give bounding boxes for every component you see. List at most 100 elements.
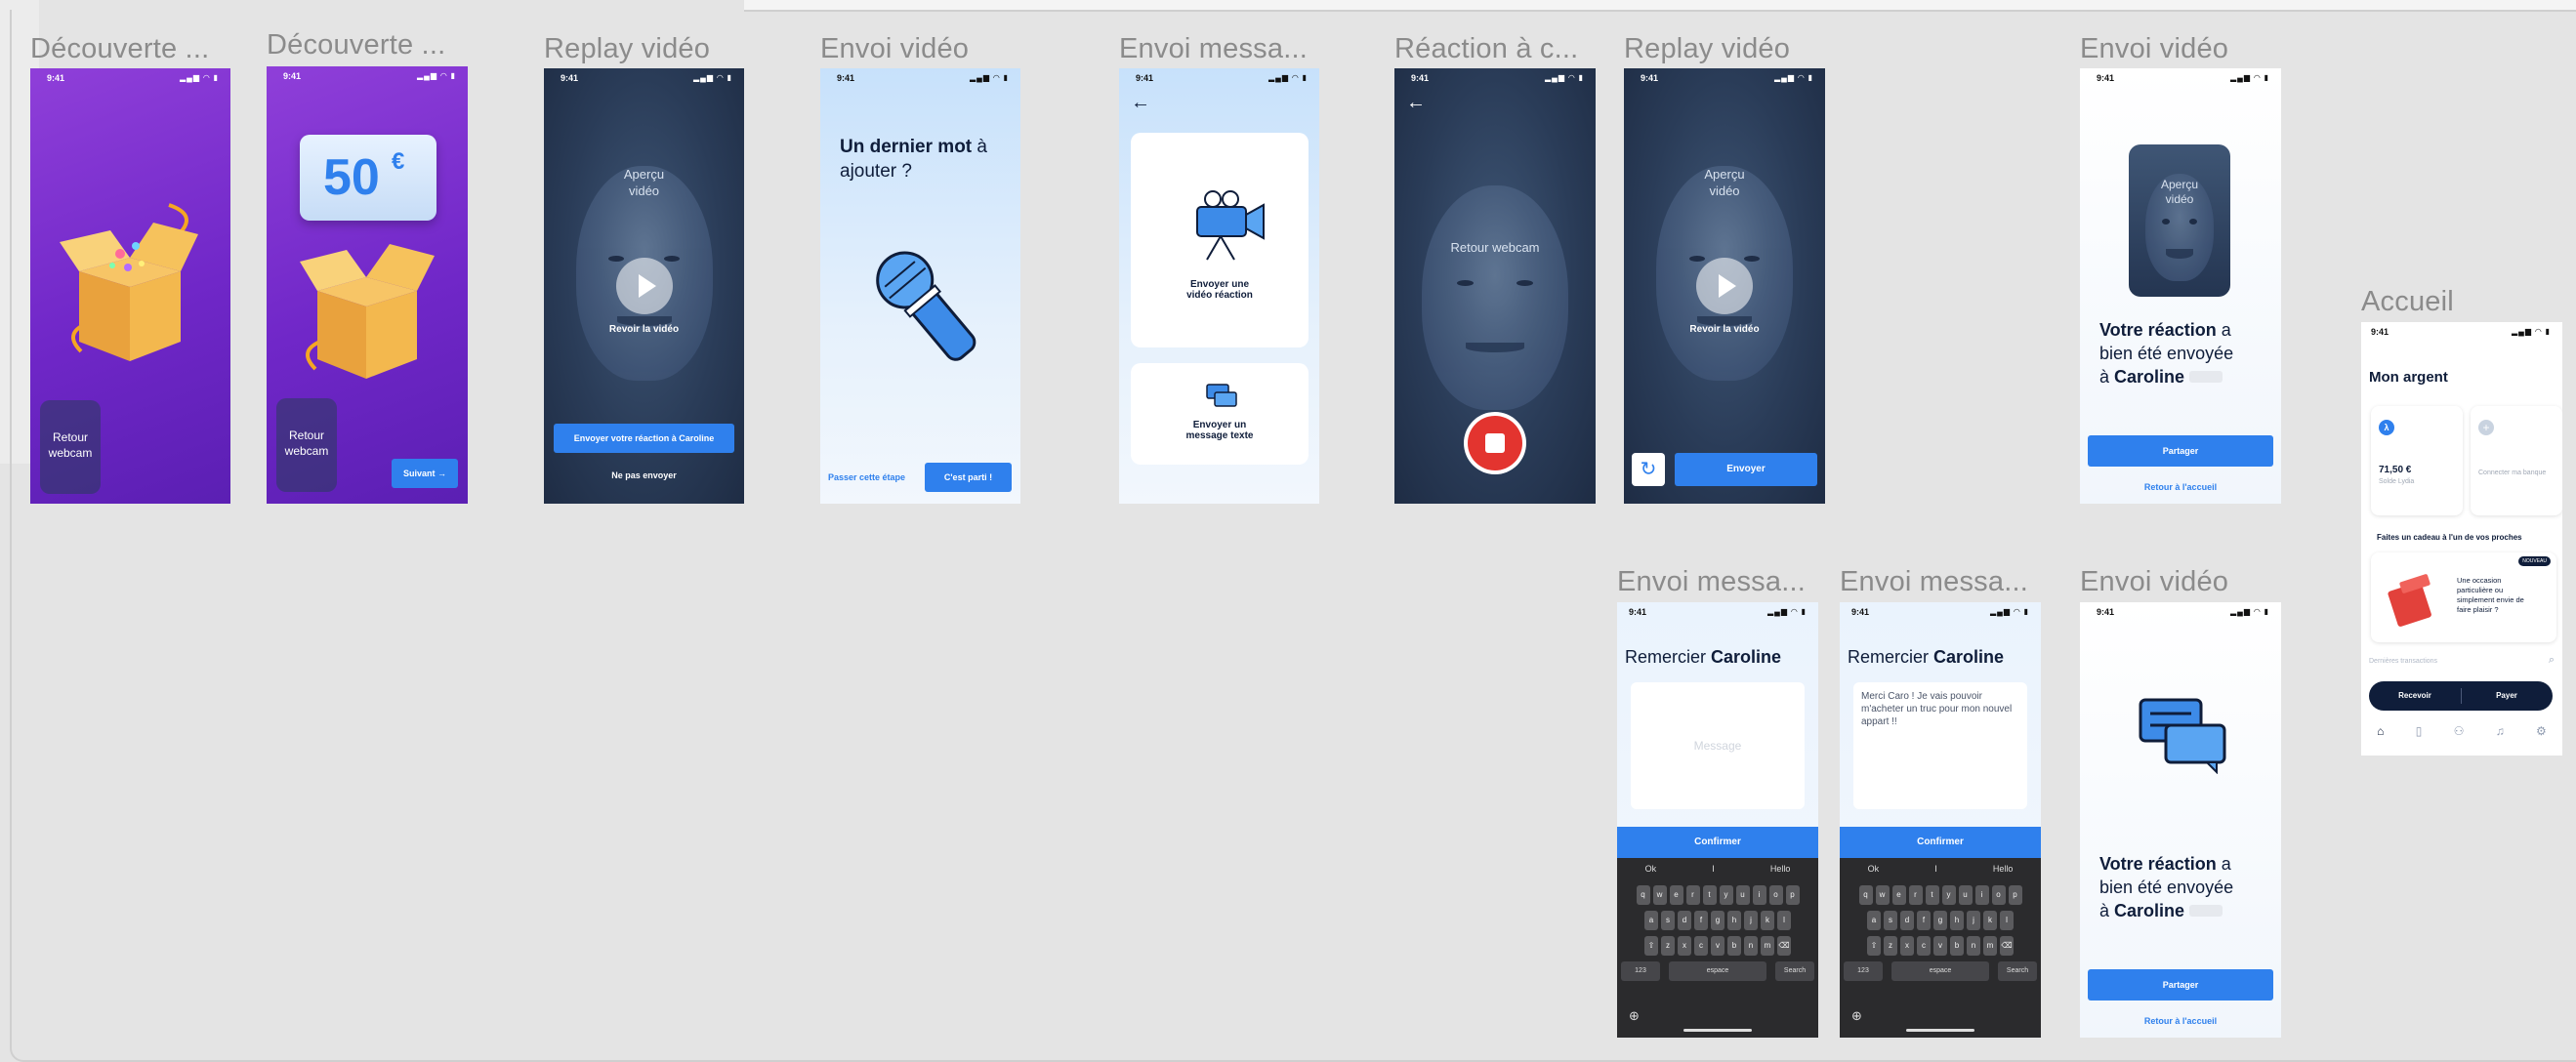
tab-bar: ⌂ ▯ ⚇ ♫ ⚙ bbox=[2361, 724, 2562, 738]
webcam-preview[interactable]: Retour webcam bbox=[40, 400, 101, 494]
caroline-avatar-badge bbox=[2189, 371, 2223, 383]
status-bar: 9:41 ▂▄▆ ◠ ▮ bbox=[1136, 73, 1308, 83]
gift-amount: 50 bbox=[323, 149, 380, 206]
page-title: Mon argent bbox=[2369, 369, 2448, 386]
chat-bubbles-icon bbox=[1206, 384, 1237, 407]
status-bar: 9:41 ▂▄▆ ◠ ▮ bbox=[1629, 607, 1807, 617]
thank-title: Remercier Caroline bbox=[1848, 647, 2005, 667]
skip-link[interactable]: Ne pas envoyer bbox=[544, 470, 744, 480]
video-camera-icon bbox=[1196, 190, 1265, 261]
phone-envoi-message-1[interactable]: 9:41 ▂▄▆ ◠ ▮ ← Envoyer une vidéo réaction… bbox=[1119, 68, 1319, 504]
frame-label-envoi-message-2[interactable]: Envoi messa... bbox=[1617, 566, 1806, 598]
frame-label-decouverte-1[interactable]: Découverte ... bbox=[30, 33, 209, 65]
frame-label-reaction[interactable]: Réaction à c... bbox=[1394, 33, 1578, 65]
phone-envoi-video-3[interactable]: 9:41 ▂▄▆ ◠ ▮ Votre réaction a bien été en… bbox=[2080, 602, 2281, 1038]
home-indicator bbox=[1906, 1029, 1974, 1032]
preview-label: Aperçu vidéo bbox=[2160, 178, 2199, 206]
frame-label-envoi-message-1[interactable]: Envoi messa... bbox=[1119, 33, 1308, 65]
contacts-icon[interactable]: ⚇ bbox=[2454, 724, 2465, 738]
frame-label-decouverte-2[interactable]: Découverte ... bbox=[267, 29, 445, 61]
keyboard[interactable]: Ok I Hello qwertyuiop asdfghjkl ⇧ z x c v b n m ⌫ … bbox=[1840, 858, 2041, 1038]
balance-card[interactable]: λ 71,50 € Solde Lydia bbox=[2371, 406, 2463, 515]
frame-label-envoi-video-2[interactable]: Envoi vidéo bbox=[2080, 33, 2228, 65]
replay-label: Revoir la vidéo bbox=[608, 324, 680, 335]
back-home-link[interactable]: Retour à l'accueil bbox=[2080, 482, 2281, 492]
search-icon[interactable]: ⌕ bbox=[2549, 654, 2555, 667]
back-arrow-icon[interactable]: ← bbox=[1406, 92, 1426, 114]
back-home-link[interactable]: Retour à l'accueil bbox=[2080, 1016, 2281, 1026]
status-bar: 9:41 ▂▄▆ ◠ ▮ bbox=[2097, 607, 2269, 617]
bell-icon[interactable]: ♫ bbox=[2496, 724, 2505, 738]
thank-title: Remercier Caroline bbox=[1625, 647, 1782, 667]
status-bar: 9:41 ▂▄▆ ◠ ▮ bbox=[2371, 327, 2551, 337]
home-icon[interactable]: ⌂ bbox=[2377, 724, 2384, 738]
status-bar: 9:41 ▂▄▆ ◠ ▮ bbox=[1851, 607, 2029, 617]
phone-envoi-message-2[interactable]: 9:41 ▂▄▆ ◠ ▮ Remercier Caroline Message C… bbox=[1617, 602, 1818, 1038]
frame-label-replay-1[interactable]: Replay vidéo bbox=[544, 33, 710, 65]
red-gift-icon bbox=[2388, 574, 2431, 627]
phone-envoi-message-3[interactable]: 9:41 ▂▄▆ ◠ ▮ Remercier Caroline Merci Car… bbox=[1840, 602, 2041, 1038]
phone-envoi-video-2[interactable]: 9:41 ▂▄▆ ◠ ▮ Aperçu vidéo Votre réaction … bbox=[2080, 68, 2281, 504]
cards-icon[interactable]: ▯ bbox=[2416, 724, 2423, 738]
chat-bubbles-icon bbox=[2139, 698, 2226, 774]
balance-value: 71,50 € bbox=[2379, 465, 2412, 475]
phone-decouverte-2[interactable]: 9:41 ▂▄▆ ◠ ▮ 50 € Retour webcam Suivant → bbox=[267, 66, 468, 504]
back-arrow-icon[interactable]: ← bbox=[1131, 92, 1150, 114]
settings-icon[interactable]: ⚙ bbox=[2536, 724, 2547, 738]
phone-replay-1[interactable]: 9:41 ▂▄▆ ◠ ▮ Aperçu vidéo Revoir la vidéo… bbox=[544, 68, 744, 504]
send-button[interactable]: Envoyer bbox=[1675, 453, 1817, 486]
status-bar: 9:41 ▂▄▆ ◠ ▮ bbox=[1411, 73, 1584, 83]
confirmation-text: Votre réaction a bien été envoyée à Caro… bbox=[2099, 854, 2234, 920]
message-input[interactable]: Message bbox=[1631, 682, 1805, 809]
text-message-card[interactable]: Envoyer un message texte bbox=[1131, 363, 1309, 465]
phone-reaction[interactable]: 9:41 ▂▄▆ ◠ ▮ ← Retour webcam bbox=[1394, 68, 1596, 504]
frame-label-envoi-video-1[interactable]: Envoi vidéo bbox=[820, 33, 969, 65]
send-reaction-button[interactable]: Envoyer votre réaction à Caroline bbox=[554, 424, 734, 453]
share-button[interactable]: Partager bbox=[2088, 435, 2273, 467]
microphone-icon bbox=[876, 251, 976, 361]
receive-button[interactable]: Recevoir bbox=[2369, 681, 2461, 711]
connect-bank-card[interactable]: + Connecter ma banque bbox=[2471, 406, 2562, 515]
retry-icon[interactable]: ↻ bbox=[1632, 453, 1665, 486]
frame-label-envoi-video-3[interactable]: Envoi vidéo bbox=[2080, 566, 2228, 598]
share-button[interactable]: Partager bbox=[2088, 969, 2273, 1001]
gift-box-illustration bbox=[60, 203, 198, 361]
plus-icon: + bbox=[2478, 420, 2494, 435]
keyboard[interactable]: Ok I Hello qwertyuiop asdfghjkl ⇧ z x c v b n m ⌫ … bbox=[1617, 858, 1818, 1038]
status-bar: 9:41 ▂▄▆ ◠ ▮ bbox=[1641, 73, 1813, 83]
webcam-label: Retour webcam bbox=[1450, 240, 1540, 255]
skip-step-link[interactable]: Passer cette étape bbox=[828, 472, 905, 482]
next-button[interactable]: Suivant → bbox=[392, 459, 458, 488]
phone-envoi-video-1[interactable]: 9:41 ▂▄▆ ◠ ▮ Un dernier mot à ajouter ? P… bbox=[820, 68, 1020, 504]
webcam-preview[interactable]: Retour webcam bbox=[276, 398, 337, 492]
frame-label-envoi-message-3[interactable]: Envoi messa... bbox=[1840, 566, 2028, 598]
video-reaction-label: Envoyer une vidéo réaction bbox=[1186, 279, 1253, 301]
message-input[interactable]: Merci Caro ! Je vais pouvoir m'acheter u… bbox=[1853, 682, 2027, 809]
globe-icon[interactable]: ⊕ bbox=[1629, 1008, 1640, 1024]
phone-replay-2[interactable]: 9:41 ▂▄▆ ◠ ▮ Aperçu vidéo Revoir la vidéo… bbox=[1624, 68, 1825, 504]
preview-label: Aperçu vidéo bbox=[1704, 167, 1745, 198]
play-button[interactable] bbox=[615, 258, 673, 314]
new-badge: NOUVEAU bbox=[2518, 556, 2551, 566]
frame-label-replay-2[interactable]: Replay vidéo bbox=[1624, 33, 1790, 65]
start-button[interactable]: C'est parti ! bbox=[925, 463, 1012, 492]
play-button[interactable] bbox=[1696, 258, 1753, 314]
connect-bank-label: Connecter ma banque bbox=[2478, 470, 2547, 476]
action-bar: Recevoir Payer bbox=[2369, 681, 2553, 711]
phone-decouverte-1[interactable]: 9:41 ▂▄▆ ◠ ▮ Retour webcam bbox=[30, 68, 230, 504]
record-button[interactable] bbox=[1464, 412, 1526, 474]
gift-promo-card[interactable]: NOUVEAU Une occasion particulière ou sim… bbox=[2371, 552, 2556, 642]
status-bar: 9:41 ▂▄▆ ◠ ▮ bbox=[837, 73, 1009, 83]
video-thumbnail[interactable]: Aperçu vidéo bbox=[2129, 144, 2230, 297]
frame-label-accueil[interactable]: Accueil bbox=[2361, 286, 2454, 318]
pay-button[interactable]: Payer bbox=[2461, 681, 2553, 711]
confirm-button[interactable]: Confirmer bbox=[1617, 827, 1818, 858]
text-message-label: Envoyer un message texte bbox=[1185, 420, 1254, 441]
phone-accueil[interactable]: 9:41 ▂▄▆ ◠ ▮ Mon argent λ 71,50 € Solde L… bbox=[2361, 322, 2562, 756]
globe-icon[interactable]: ⊕ bbox=[1851, 1008, 1862, 1024]
replay-label: Revoir la vidéo bbox=[1689, 324, 1760, 335]
gift-promo-text: Une occasion particulière ou simplement … bbox=[2457, 576, 2524, 614]
confirm-button[interactable]: Confirmer bbox=[1840, 827, 2041, 858]
video-reaction-card[interactable]: Envoyer une vidéo réaction bbox=[1131, 133, 1309, 347]
gift-section-title: Faites un cadeau à l'un de vos proches bbox=[2377, 533, 2522, 542]
